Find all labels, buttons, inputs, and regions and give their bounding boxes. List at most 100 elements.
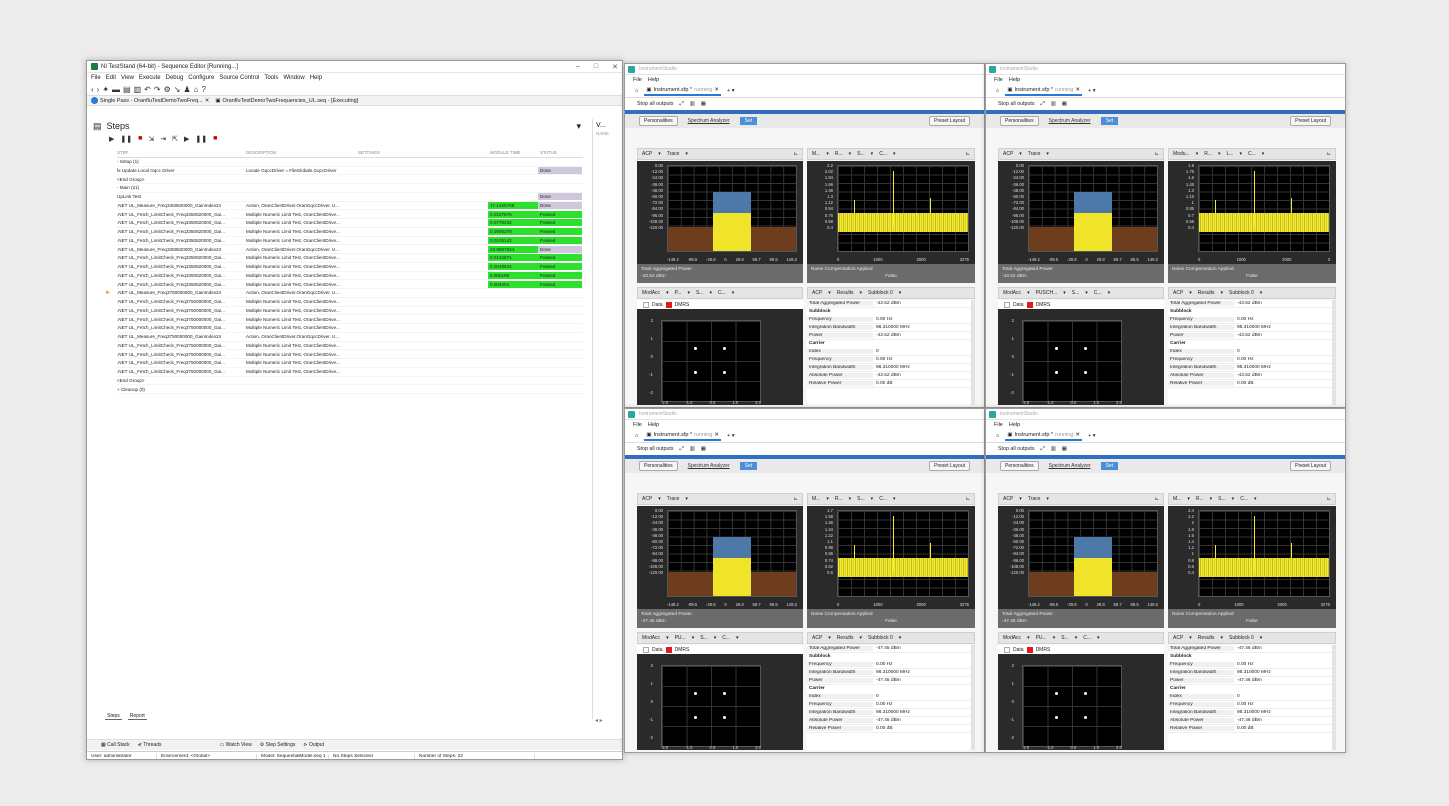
table-row[interactable]: .NET UL_Fetch_LimitCheck_Freq3750000000_… [117,342,583,351]
open-icon[interactable]: ▬ [112,85,120,94]
tab-instrument-sfp[interactable]: ▣ Instrument.sfp * running ✕ [644,431,722,441]
acp-plot-area[interactable] [667,510,797,597]
table-row[interactable]: .NET UL_Fetch_LimitCheck_Freq3750000000_… [117,359,583,368]
results-dropdown[interactable]: Results [837,635,854,641]
menu-edit[interactable]: Edit [106,75,116,81]
constellation-plot[interactable] [661,665,761,747]
acp-dropdown[interactable]: ACP [642,151,652,157]
resume-icon[interactable]: ▶ [184,135,189,143]
acp-results-dropdown[interactable]: ACP [812,290,822,296]
step-over-icon[interactable]: ⇥ [160,135,166,143]
add-tab-icon[interactable]: + ▾ [1088,88,1096,94]
acp-results-dropdown[interactable]: ACP [1173,290,1183,296]
home-icon[interactable]: ⌂ [996,88,999,94]
stop-all-outputs-button[interactable]: Stop all outputs [637,101,674,107]
acp-results-dropdown[interactable]: ACP [812,635,822,641]
redo-icon[interactable]: ↷ [154,85,161,94]
chevron-down-icon[interactable]: ▾ [1097,635,1100,641]
menu-file[interactable]: File [91,75,101,81]
s-dropdown[interactable]: S... [700,635,708,641]
table-row[interactable]: .NET UL_Fetch_LimitCheck_Freq3350820000_… [117,236,583,246]
table-row[interactable]: .NET UL_Fetch_LimitCheck_Freq3350820000_… [117,228,583,237]
chevron-down-icon[interactable]: ▾ [714,635,717,641]
col-module-time[interactable]: MODULE TIME [488,149,538,156]
result-dropdown[interactable]: R... [1204,151,1212,157]
table-row[interactable]: ► .NET UL_Measure_Freq3750000000_GainInd… [105,289,583,298]
carrier-dropdown[interactable]: C... [879,151,887,157]
modacc-dropdown[interactable]: ModAcc [1003,635,1021,641]
chevron-down-icon[interactable]: ▾ [826,496,829,502]
chevron-down-icon[interactable]: ▾ [658,496,661,502]
graph-tools-icon[interactable]: ⊾ [1155,151,1159,157]
menu-help[interactable]: Help [1009,77,1020,83]
personalities-button[interactable]: Personalities [1000,461,1039,471]
chevron-down-icon[interactable]: ▾ [859,635,862,641]
chevron-down-icon[interactable]: ▾ [1262,151,1265,157]
table-row[interactable]: + Cleanup (0) [117,385,583,394]
results-dropdown[interactable]: Results [1198,290,1215,296]
back-icon[interactable]: ‹ [91,85,94,94]
subblock-dropdown[interactable]: S... [1218,496,1226,502]
results-scrollbar[interactable] [971,645,975,750]
personalities-button[interactable]: Personalities [639,461,678,471]
set-button[interactable]: Set [739,117,758,125]
graph-tools-icon[interactable]: ⊾ [794,496,798,502]
grid-icon[interactable]: ▦ [1062,101,1067,107]
data-swatch[interactable] [1004,301,1010,308]
undo-icon[interactable]: ↶ [144,85,151,94]
help-icon[interactable]: ? [201,85,205,94]
chevron-down-icon[interactable]: ▾ [893,496,896,502]
result-dropdown[interactable]: R... [1196,496,1204,502]
pause-icon[interactable]: ❚❚ [120,135,132,143]
fit-icon[interactable]: ⤢ [680,446,684,453]
col-description[interactable]: DESCRIPTION [246,150,358,155]
chevron-down-icon[interactable]: ▾ [1075,635,1078,641]
preset-layout-button[interactable]: Preset Layout [1290,461,1331,471]
preset-layout-button[interactable]: Preset Layout [929,116,970,126]
dmrs-swatch[interactable] [665,646,672,653]
chevron-down-icon[interactable]: ▾ [1232,496,1235,502]
table-row[interactable]: .NET UL_Fetch_LimitCheck_Freq3750000000_… [117,298,583,307]
subblock-select[interactable]: Subblock 0 [1229,290,1254,296]
pusch-dropdown[interactable]: P... [675,290,682,296]
menu-debug[interactable]: Debug [166,75,184,81]
home-icon[interactable]: ⌂ [635,88,638,94]
subblock-select[interactable]: Subblock 0 [868,635,893,641]
preset-layout-button[interactable]: Preset Layout [1290,116,1331,126]
modacc-dropdown[interactable]: ModAcc [1003,290,1021,296]
table-row[interactable]: .NET UL_Fetch_LimitCheck_Freq3750000000_… [117,350,583,359]
col-step[interactable]: STEP [117,150,246,155]
trace-dropdown[interactable]: Trace [1028,496,1041,502]
table-row[interactable]: .NET UL_Fetch_LimitCheck_Freq3750000000_… [117,324,583,333]
table-row[interactable]: .NET UL_Fetch_LimitCheck_Freq3350820000_… [117,263,583,272]
chevron-down-icon[interactable]: ▾ [692,635,695,641]
chevron-down-icon[interactable]: ▾ [1220,290,1223,296]
user-icon[interactable]: ♟ [183,85,190,94]
acp-plot-area[interactable] [667,165,797,252]
measurement-dropdown[interactable]: M... [812,496,820,502]
constellation-plot[interactable] [1022,665,1122,747]
step-icon[interactable]: ↘ [174,85,181,94]
modacc-dropdown[interactable]: ModAcc [642,290,660,296]
graph-tools-icon[interactable]: ⊾ [966,496,970,502]
set-button[interactable]: Set [1100,462,1119,470]
chevron-down-icon[interactable]: ▾ [1210,496,1213,502]
call-stack-tab[interactable]: ▦ Call Stack [101,742,130,748]
home-icon[interactable]: ⌂ [996,433,999,439]
chevron-down-icon[interactable]: ▾ [1260,635,1263,641]
stop-all-outputs-button[interactable]: Stop all outputs [998,101,1035,107]
acp-results-dropdown[interactable]: ACP [1173,635,1183,641]
add-tab-icon[interactable]: + ▾ [1088,433,1096,439]
menu-window[interactable]: Window [283,75,304,81]
chevron-down-icon[interactable]: ▾ [1046,496,1049,502]
acp-dropdown[interactable]: ACP [1003,151,1013,157]
results-scrollbar[interactable] [971,300,975,405]
menu-help[interactable]: Help [1009,422,1020,428]
chevron-down-icon[interactable]: ▾ [849,151,852,157]
step-into-icon[interactable]: ⇲ [148,135,154,143]
personalities-button[interactable]: Personalities [1000,116,1039,126]
menu-view[interactable]: View [121,75,134,81]
tab-close-icon[interactable]: ✕ [714,87,719,93]
chevron-down-icon[interactable]: ▾ [1027,635,1030,641]
chevron-down-icon[interactable]: ▾ [687,290,690,296]
